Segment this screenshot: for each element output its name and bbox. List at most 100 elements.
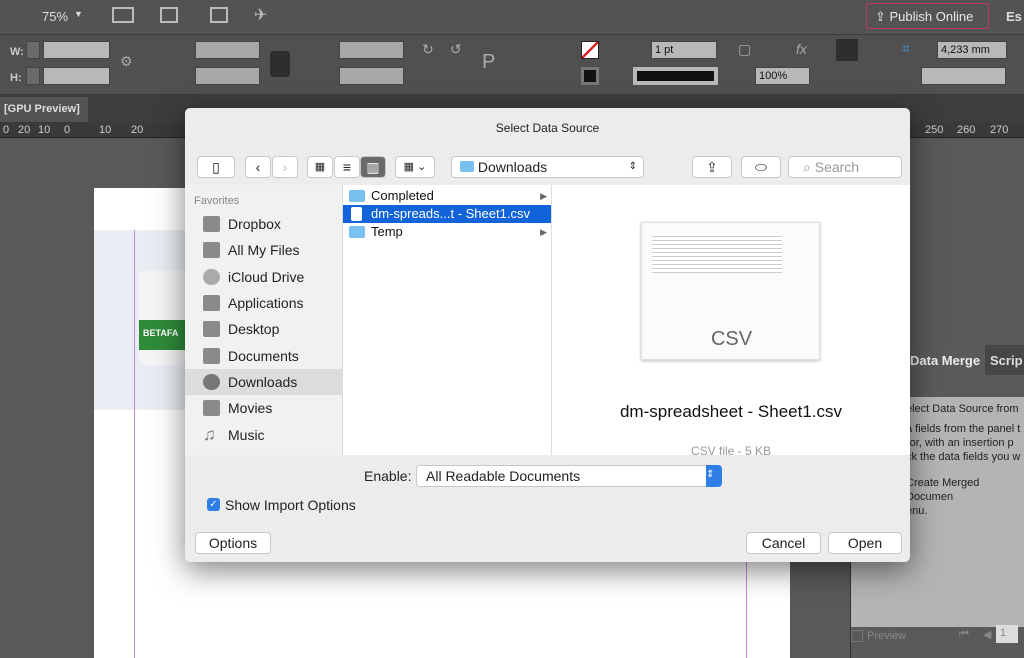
- sidebar-item-applications[interactable]: Applications: [185, 290, 343, 316]
- sidebar-item-dropbox[interactable]: Dropbox: [185, 211, 343, 237]
- publish-online-button[interactable]: ⇪ Publish Online: [866, 3, 989, 29]
- sidebar-item-all-my-files[interactable]: All My Files: [185, 237, 343, 263]
- ruler-label: 0: [64, 124, 71, 136]
- ruler-label: 250: [925, 124, 944, 136]
- sidebar-toggle-button[interactable]: ▯: [197, 156, 235, 178]
- all-files-icon: [203, 242, 220, 258]
- width-stepper[interactable]: [26, 41, 40, 59]
- share-button[interactable]: ⇪: [692, 156, 732, 178]
- location-dropdown[interactable]: Downloads ⇕: [451, 156, 644, 178]
- chevron-right-icon: ▶: [540, 227, 547, 237]
- icon-view-button[interactable]: ▦: [307, 156, 333, 178]
- ruler-label: 10: [99, 124, 112, 136]
- rotate-ccw-icon[interactable]: ↺: [450, 41, 462, 58]
- list-item[interactable]: Temp ▶: [343, 223, 551, 241]
- preview-label: Preview: [867, 630, 907, 642]
- search-input[interactable]: ⌕ Search: [788, 156, 902, 178]
- list-view-button[interactable]: ≡: [334, 156, 360, 178]
- previous-record-icon[interactable]: ◀: [983, 628, 991, 641]
- sidebar-item-desktop[interactable]: Desktop: [185, 316, 343, 342]
- scale-y-field[interactable]: [195, 67, 260, 85]
- sidebar-item-documents[interactable]: Documents: [185, 343, 343, 369]
- sidebar-item-label: iCloud Drive: [228, 269, 305, 285]
- file-name: dm-spreads...t - Sheet1.csv: [371, 206, 530, 221]
- view-options-icon[interactable]: [112, 7, 134, 23]
- frame-icon[interactable]: ▢: [738, 41, 751, 58]
- sidebar-item-music[interactable]: ♫ Music: [185, 422, 343, 448]
- record-number-field[interactable]: 1: [996, 625, 1018, 643]
- control-panel: W: H: ⚙ ↻ ↺ P 1 pt ▢ fx 100% ⌗ 4,233 mm: [0, 35, 1024, 95]
- list-item[interactable]: Completed ▶: [343, 187, 551, 205]
- auto-fit-icon[interactable]: ⌗: [902, 40, 910, 57]
- reference-point-icon[interactable]: ⚙: [120, 53, 133, 70]
- ruler-label: 10: [38, 124, 51, 136]
- options-button[interactable]: Options: [195, 532, 271, 554]
- preview-checkbox[interactable]: [851, 630, 863, 642]
- gpu-rocket-icon[interactable]: ✈: [254, 5, 267, 25]
- search-placeholder: Search: [814, 159, 860, 175]
- tab-scripts[interactable]: Scrip: [990, 353, 1023, 368]
- instruction-line: a fields from the panel t: [906, 423, 1021, 435]
- width-field[interactable]: [43, 41, 110, 59]
- document-tab[interactable]: [GPU Preview]: [0, 97, 88, 122]
- folder-icon: [349, 190, 365, 202]
- height-stepper[interactable]: [26, 67, 40, 85]
- arrange-documents-icon[interactable]: [210, 7, 228, 23]
- preview-file-info: CSV file - 5 KB: [690, 444, 772, 455]
- show-import-options-checkbox[interactable]: ✓: [207, 498, 220, 511]
- preview-pane: CSV dm-spreadsheet - Sheet1.csv CSV file…: [552, 185, 910, 455]
- sidebar-item-label: Applications: [228, 295, 304, 311]
- rotate-cw-icon[interactable]: ↻: [422, 41, 434, 58]
- instruction-line: elect Data Source from: [906, 403, 1019, 415]
- back-button[interactable]: ‹: [245, 156, 271, 178]
- sidebar-item-label: Downloads: [228, 374, 298, 390]
- stroke-swatch[interactable]: [581, 67, 599, 85]
- rotation-field[interactable]: [339, 41, 404, 59]
- path-icon[interactable]: P: [482, 51, 495, 74]
- ruler-label: 260: [957, 124, 976, 136]
- column-view-button[interactable]: ▥: [360, 156, 386, 178]
- margin-guide: [134, 230, 135, 658]
- csv-icon-label: CSV: [710, 328, 753, 350]
- ruler-label: 0: [3, 124, 10, 136]
- select-data-source-dialog: Select Data Source ▯ ‹ › ▦ ≡ ▥ ▦ ⌄ Downl…: [185, 108, 910, 562]
- text-wrap-icon[interactable]: [836, 39, 858, 61]
- shear-field[interactable]: [339, 67, 404, 85]
- screen-mode-icon[interactable]: [160, 7, 178, 23]
- first-record-icon[interactable]: ⏮: [959, 628, 969, 641]
- movies-icon: [203, 400, 220, 416]
- stroke-weight-field[interactable]: 1 pt: [651, 41, 717, 59]
- cancel-button[interactable]: Cancel: [746, 532, 821, 554]
- zoom-level[interactable]: 75%: [42, 9, 68, 24]
- tags-button[interactable]: ⬭: [741, 156, 781, 178]
- sidebar-item-icloud-drive[interactable]: iCloud Drive: [185, 264, 343, 290]
- file-icon: [351, 207, 362, 221]
- constrain-proportions-icon[interactable]: [270, 51, 290, 77]
- music-icon: ♫: [203, 425, 216, 444]
- enable-dropdown[interactable]: All Readable Documents ⇕: [416, 465, 722, 487]
- sidebar-item-movies[interactable]: Movies: [185, 395, 343, 421]
- product-image-frame[interactable]: BETAFA: [94, 230, 185, 410]
- list-item[interactable]: dm-spreads...t - Sheet1.csv: [343, 205, 551, 223]
- corner-style-dropdown[interactable]: [921, 67, 1006, 85]
- instruction-line: Create Merged Documen: [906, 477, 980, 503]
- chevron-right-icon: ▶: [540, 191, 547, 201]
- file-name: Temp: [371, 224, 403, 239]
- dropbox-icon: [203, 216, 220, 232]
- cloud-icon: [203, 269, 220, 285]
- sidebar-item-downloads[interactable]: Downloads: [185, 369, 343, 395]
- instruction-line: (or, with an insertion p: [906, 437, 1014, 449]
- effects-fx-icon[interactable]: fx: [796, 41, 807, 57]
- chevron-down-icon[interactable]: ▼: [74, 9, 83, 19]
- scale-x-field[interactable]: [195, 41, 260, 59]
- workspace-switcher[interactable]: Es: [1006, 9, 1022, 24]
- fill-swatch[interactable]: [581, 41, 599, 59]
- application-bar: 75% ▼ ✈ ⇪ Publish Online Es: [0, 0, 1024, 35]
- opacity-field[interactable]: 100%: [755, 67, 810, 85]
- arrange-button[interactable]: ▦ ⌄: [395, 156, 435, 178]
- dimension-field[interactable]: 4,233 mm: [937, 41, 1007, 59]
- height-field[interactable]: [43, 67, 110, 85]
- forward-button[interactable]: ›: [272, 156, 298, 178]
- open-button[interactable]: Open: [828, 532, 902, 554]
- stroke-type-dropdown[interactable]: [633, 67, 718, 85]
